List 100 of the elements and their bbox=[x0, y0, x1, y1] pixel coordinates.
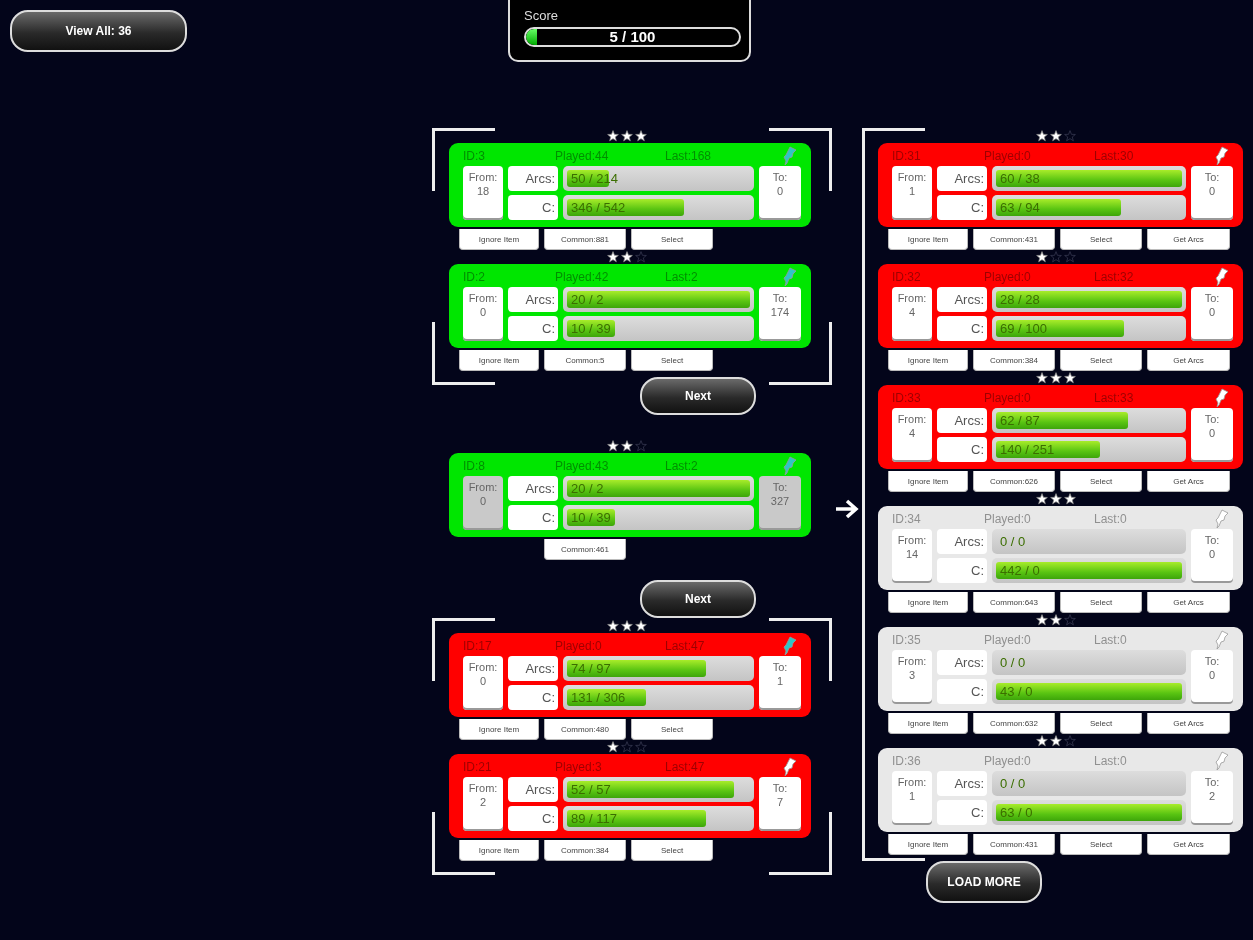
common-button[interactable]: Common:431 bbox=[973, 834, 1055, 855]
load-more-button[interactable]: LOAD MORE bbox=[926, 861, 1042, 903]
arcs-value: 28 / 28 bbox=[999, 291, 1041, 309]
select-button[interactable]: Select bbox=[631, 719, 713, 740]
item-id: ID:3 bbox=[463, 149, 486, 163]
arcs-value: 20 / 2 bbox=[570, 480, 605, 498]
to-label: To: bbox=[1204, 412, 1220, 426]
common-button[interactable]: Common:384 bbox=[544, 840, 626, 861]
played-count: Played:0 bbox=[984, 391, 1032, 405]
ignore-item-button[interactable]: Ignore Item bbox=[888, 229, 968, 250]
item-id: ID:34 bbox=[892, 512, 922, 526]
to-value: 0 bbox=[1208, 668, 1216, 682]
c-value: 63 / 0 bbox=[999, 804, 1034, 822]
ignore-item-button[interactable]: Ignore Item bbox=[459, 229, 539, 250]
select-button[interactable]: Select bbox=[1060, 350, 1142, 371]
next-button[interactable]: Next bbox=[640, 377, 756, 415]
pushpin-icon[interactable] bbox=[781, 757, 797, 777]
ignore-item-button[interactable]: Ignore Item bbox=[888, 713, 968, 734]
played-count: Played:0 bbox=[555, 639, 603, 653]
select-button[interactable]: Select bbox=[1060, 229, 1142, 250]
star-icon bbox=[1064, 251, 1076, 263]
star-icon bbox=[1064, 493, 1076, 505]
item-id: ID:17 bbox=[463, 639, 493, 653]
arcs-label: Arcs: bbox=[525, 481, 555, 496]
ignore-item-button[interactable]: Ignore Item bbox=[459, 350, 539, 371]
to-label: To: bbox=[1204, 775, 1220, 789]
ignore-item-button[interactable]: Ignore Item bbox=[888, 834, 968, 855]
star-icon bbox=[607, 440, 619, 452]
star-icon bbox=[1064, 614, 1076, 626]
get-arcs-button[interactable]: Get Arcs bbox=[1147, 592, 1230, 613]
next-button[interactable]: Next bbox=[640, 580, 756, 618]
star-icon bbox=[1064, 372, 1076, 384]
common-button[interactable]: Common:643 bbox=[973, 592, 1055, 613]
item-id: ID:35 bbox=[892, 633, 922, 647]
from-label: From: bbox=[897, 533, 927, 547]
from-label: From: bbox=[897, 170, 927, 184]
from-value: 4 bbox=[908, 305, 916, 319]
pushpin-icon[interactable] bbox=[1213, 388, 1229, 408]
arcs-label: Arcs: bbox=[954, 292, 984, 307]
pushpin-icon[interactable] bbox=[781, 636, 797, 656]
to-value: 2 bbox=[1208, 789, 1216, 803]
common-button[interactable]: Common:5 bbox=[544, 350, 626, 371]
star-icon bbox=[1036, 130, 1048, 142]
common-button[interactable]: Common:384 bbox=[973, 350, 1055, 371]
select-button[interactable]: Select bbox=[1060, 592, 1142, 613]
pushpin-icon[interactable] bbox=[1213, 267, 1229, 287]
played-count: Played:0 bbox=[984, 270, 1032, 284]
pushpin-icon[interactable] bbox=[1213, 146, 1229, 166]
from-value: 3 bbox=[908, 668, 916, 682]
common-button[interactable]: Common:480 bbox=[544, 719, 626, 740]
common-button[interactable]: Common:461 bbox=[544, 539, 626, 560]
get-arcs-button[interactable]: Get Arcs bbox=[1147, 350, 1230, 371]
get-arcs-button[interactable]: Get Arcs bbox=[1147, 834, 1230, 855]
c-label: C: bbox=[971, 563, 984, 578]
get-arcs-button[interactable]: Get Arcs bbox=[1147, 713, 1230, 734]
to-label: To: bbox=[1204, 170, 1220, 184]
select-button[interactable]: Select bbox=[631, 229, 713, 250]
select-button[interactable]: Select bbox=[1060, 713, 1142, 734]
common-button[interactable]: Common:632 bbox=[973, 713, 1055, 734]
pushpin-icon[interactable] bbox=[1213, 751, 1229, 771]
arcs-label: Arcs: bbox=[525, 782, 555, 797]
right-arrow-icon bbox=[835, 498, 859, 520]
last-value: Last:32 bbox=[1094, 270, 1135, 284]
arcs-value: 0 / 0 bbox=[999, 533, 1027, 551]
item-id: ID:33 bbox=[892, 391, 922, 405]
star-icon bbox=[621, 440, 633, 452]
played-count: Played:44 bbox=[555, 149, 610, 163]
from-value: 1 bbox=[908, 184, 916, 198]
to-value: 0 bbox=[776, 184, 784, 198]
select-button[interactable]: Select bbox=[1060, 471, 1142, 492]
c-value: 43 / 0 bbox=[999, 683, 1034, 701]
view-all-button[interactable]: View All: 36 bbox=[10, 10, 187, 52]
from-value: 0 bbox=[479, 305, 487, 319]
common-button[interactable]: Common:626 bbox=[973, 471, 1055, 492]
select-button[interactable]: Select bbox=[631, 840, 713, 861]
ignore-item-button[interactable]: Ignore Item bbox=[888, 471, 968, 492]
pushpin-icon[interactable] bbox=[1213, 509, 1229, 529]
arcs-label: Arcs: bbox=[954, 534, 984, 549]
star-icon bbox=[1050, 130, 1062, 142]
select-button[interactable]: Select bbox=[1060, 834, 1142, 855]
c-label: C: bbox=[971, 805, 984, 820]
star-icon bbox=[1050, 614, 1062, 626]
item-id: ID:2 bbox=[463, 270, 486, 284]
star-icon bbox=[635, 130, 647, 142]
from-value: 0 bbox=[479, 674, 487, 688]
c-value: 442 / 0 bbox=[999, 562, 1041, 580]
select-button[interactable]: Select bbox=[631, 350, 713, 371]
common-button[interactable]: Common:431 bbox=[973, 229, 1055, 250]
ignore-item-button[interactable]: Ignore Item bbox=[888, 350, 968, 371]
common-button[interactable]: Common:881 bbox=[544, 229, 626, 250]
ignore-item-button[interactable]: Ignore Item bbox=[459, 840, 539, 861]
get-arcs-button[interactable]: Get Arcs bbox=[1147, 471, 1230, 492]
c-label: C: bbox=[971, 684, 984, 699]
ignore-item-button[interactable]: Ignore Item bbox=[459, 719, 539, 740]
star-icon bbox=[1036, 493, 1048, 505]
pushpin-icon[interactable] bbox=[1213, 630, 1229, 650]
to-value: 0 bbox=[1208, 426, 1216, 440]
get-arcs-button[interactable]: Get Arcs bbox=[1147, 229, 1230, 250]
ignore-item-button[interactable]: Ignore Item bbox=[888, 592, 968, 613]
arcs-value: 60 / 38 bbox=[999, 170, 1041, 188]
